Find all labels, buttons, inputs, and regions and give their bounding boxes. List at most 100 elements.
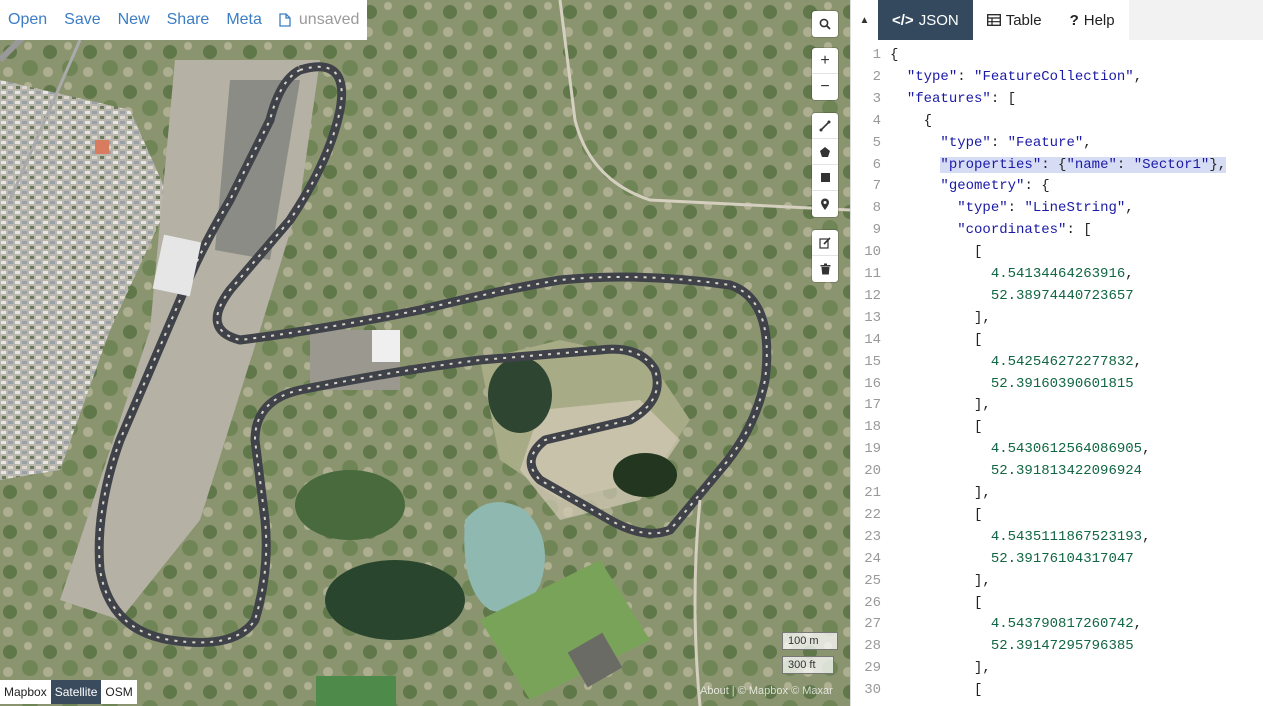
map-view[interactable]: Open Save New Share Meta unsaved + − 100… [0, 0, 850, 706]
code-line[interactable]: 4.54134464263916, [890, 263, 1134, 285]
tab-help[interactable]: ? Help [1055, 0, 1129, 40]
delete-button[interactable] [812, 256, 838, 282]
code-line[interactable]: 52.39160390601815 [890, 373, 1134, 395]
line-number: 5 [872, 134, 881, 151]
code-line[interactable]: 52.39176104317047 [890, 548, 1134, 570]
triangle-up-icon: ▲ [859, 14, 870, 26]
draw-rectangle-button[interactable] [812, 165, 838, 191]
line-number: 28 [864, 638, 881, 655]
code-line[interactable]: 4.542546272277832, [890, 351, 1142, 373]
code-line[interactable]: { [890, 110, 932, 132]
draw-rectangle-icon [820, 173, 830, 182]
code-line[interactable]: ], [890, 570, 991, 592]
zoom-in-button[interactable]: + [812, 48, 838, 74]
panel-tabs: ▲ </> JSON Table ? Help [851, 0, 1263, 40]
table-icon [986, 14, 1001, 26]
line-number: 7 [872, 178, 881, 195]
code-line[interactable]: 4.5430612564086905, [890, 438, 1151, 460]
line-number: 17 [864, 397, 881, 414]
code-line[interactable]: [ [890, 241, 982, 263]
collapse-panel-button[interactable]: ▲ [851, 0, 878, 40]
code-line[interactable]: [ [890, 504, 982, 526]
meta-button[interactable]: Meta [226, 11, 262, 29]
line-number: 29 [864, 660, 881, 677]
satellite-imagery [0, 0, 850, 706]
save-button[interactable]: Save [64, 11, 100, 29]
json-editor[interactable]: 1 {2 "type": "FeatureCollection", 3 "featu… [851, 40, 1263, 706]
code-line[interactable]: "type": "LineString", [890, 197, 1133, 219]
line-number: 15 [864, 353, 881, 370]
zoom-out-button[interactable]: − [812, 74, 838, 100]
code-line[interactable]: "properties": {"name": "Sector1"}, [890, 154, 1227, 176]
line-number: 26 [864, 594, 881, 611]
line-number: 9 [872, 222, 881, 239]
code-line[interactable]: "geometry": { [890, 175, 1049, 197]
edit-icon [819, 236, 831, 249]
line-number: 2 [872, 68, 881, 85]
search-icon [819, 18, 831, 30]
layer-switcher: Mapbox Satellite OSM [0, 680, 137, 704]
tab-help-label: Help [1083, 11, 1115, 29]
code-line[interactable]: 52.391813422096924 [890, 460, 1142, 482]
tab-table[interactable]: Table [972, 0, 1056, 40]
layer-osm[interactable]: OSM [101, 680, 137, 704]
code-line[interactable]: 52.39147295796385 [890, 635, 1134, 657]
tab-json[interactable]: </> JSON [878, 0, 973, 40]
line-number: 20 [864, 463, 881, 480]
code-line[interactable]: "features": [ [890, 88, 1016, 110]
tab-json-label: JSON [918, 11, 959, 29]
file-status[interactable]: unsaved [279, 11, 360, 29]
code-line[interactable]: ], [890, 307, 991, 329]
line-number: 22 [864, 506, 881, 523]
code-line[interactable]: 52.38974440723657 [890, 285, 1134, 307]
draw-marker-icon [821, 198, 829, 210]
code-line[interactable]: { [890, 44, 898, 66]
line-number: 14 [864, 331, 881, 348]
draw-polygon-button[interactable] [812, 139, 838, 165]
line-number: 19 [864, 441, 881, 458]
top-menu: Open Save New Share Meta unsaved [0, 0, 367, 40]
draw-polygon-icon [820, 146, 830, 157]
help-icon: ? [1069, 11, 1079, 29]
file-status-label: unsaved [298, 11, 360, 28]
line-number: 10 [864, 244, 881, 261]
line-number: 8 [872, 200, 881, 217]
line-number: 12 [864, 287, 881, 304]
line-number: 18 [864, 419, 881, 436]
line-number: 6 [872, 156, 881, 173]
code-line[interactable]: ], [890, 394, 991, 416]
line-number: 16 [864, 375, 881, 392]
map-attribution[interactable]: About | © Mapbox © Maxar [700, 685, 833, 697]
draw-line-button[interactable] [812, 113, 838, 139]
share-button[interactable]: Share [167, 11, 210, 29]
editor-panel: ▲ </> JSON Table ? Help 1 {2 "type": "Fea… [850, 0, 1263, 706]
edit-button[interactable] [812, 230, 838, 256]
line-number: 25 [864, 572, 881, 589]
code-icon: </> [892, 11, 914, 29]
scale-imperial: 300 ft [782, 656, 834, 674]
line-number: 11 [864, 266, 881, 282]
code-line[interactable]: "type": "Feature", [890, 132, 1091, 154]
code-line[interactable]: ], [890, 482, 991, 504]
code-line[interactable]: [ [890, 329, 982, 351]
line-number: 3 [872, 90, 881, 107]
code-line[interactable]: 4.5435111867523193, [890, 526, 1151, 548]
code-line[interactable]: [ [890, 416, 982, 438]
layer-mapbox[interactable]: Mapbox [0, 680, 51, 704]
code-line[interactable]: [ [890, 679, 982, 701]
draw-marker-button[interactable] [812, 191, 838, 217]
scale-metric: 100 m [782, 632, 838, 650]
code-line[interactable]: [ [890, 592, 982, 614]
line-number: 30 [864, 682, 881, 699]
edit-toolbar [812, 230, 838, 282]
open-button[interactable]: Open [8, 11, 47, 29]
file-icon [279, 13, 291, 27]
search-button[interactable] [812, 11, 838, 37]
new-button[interactable]: New [118, 11, 150, 29]
code-line[interactable]: "coordinates": [ [890, 219, 1091, 241]
code-line[interactable]: "type": "FeatureCollection", [890, 66, 1142, 88]
code-line[interactable]: 4.543790817260742, [890, 613, 1142, 635]
draw-line-icon [819, 120, 831, 131]
code-line[interactable]: ], [890, 657, 991, 679]
layer-satellite[interactable]: Satellite [50, 680, 102, 704]
